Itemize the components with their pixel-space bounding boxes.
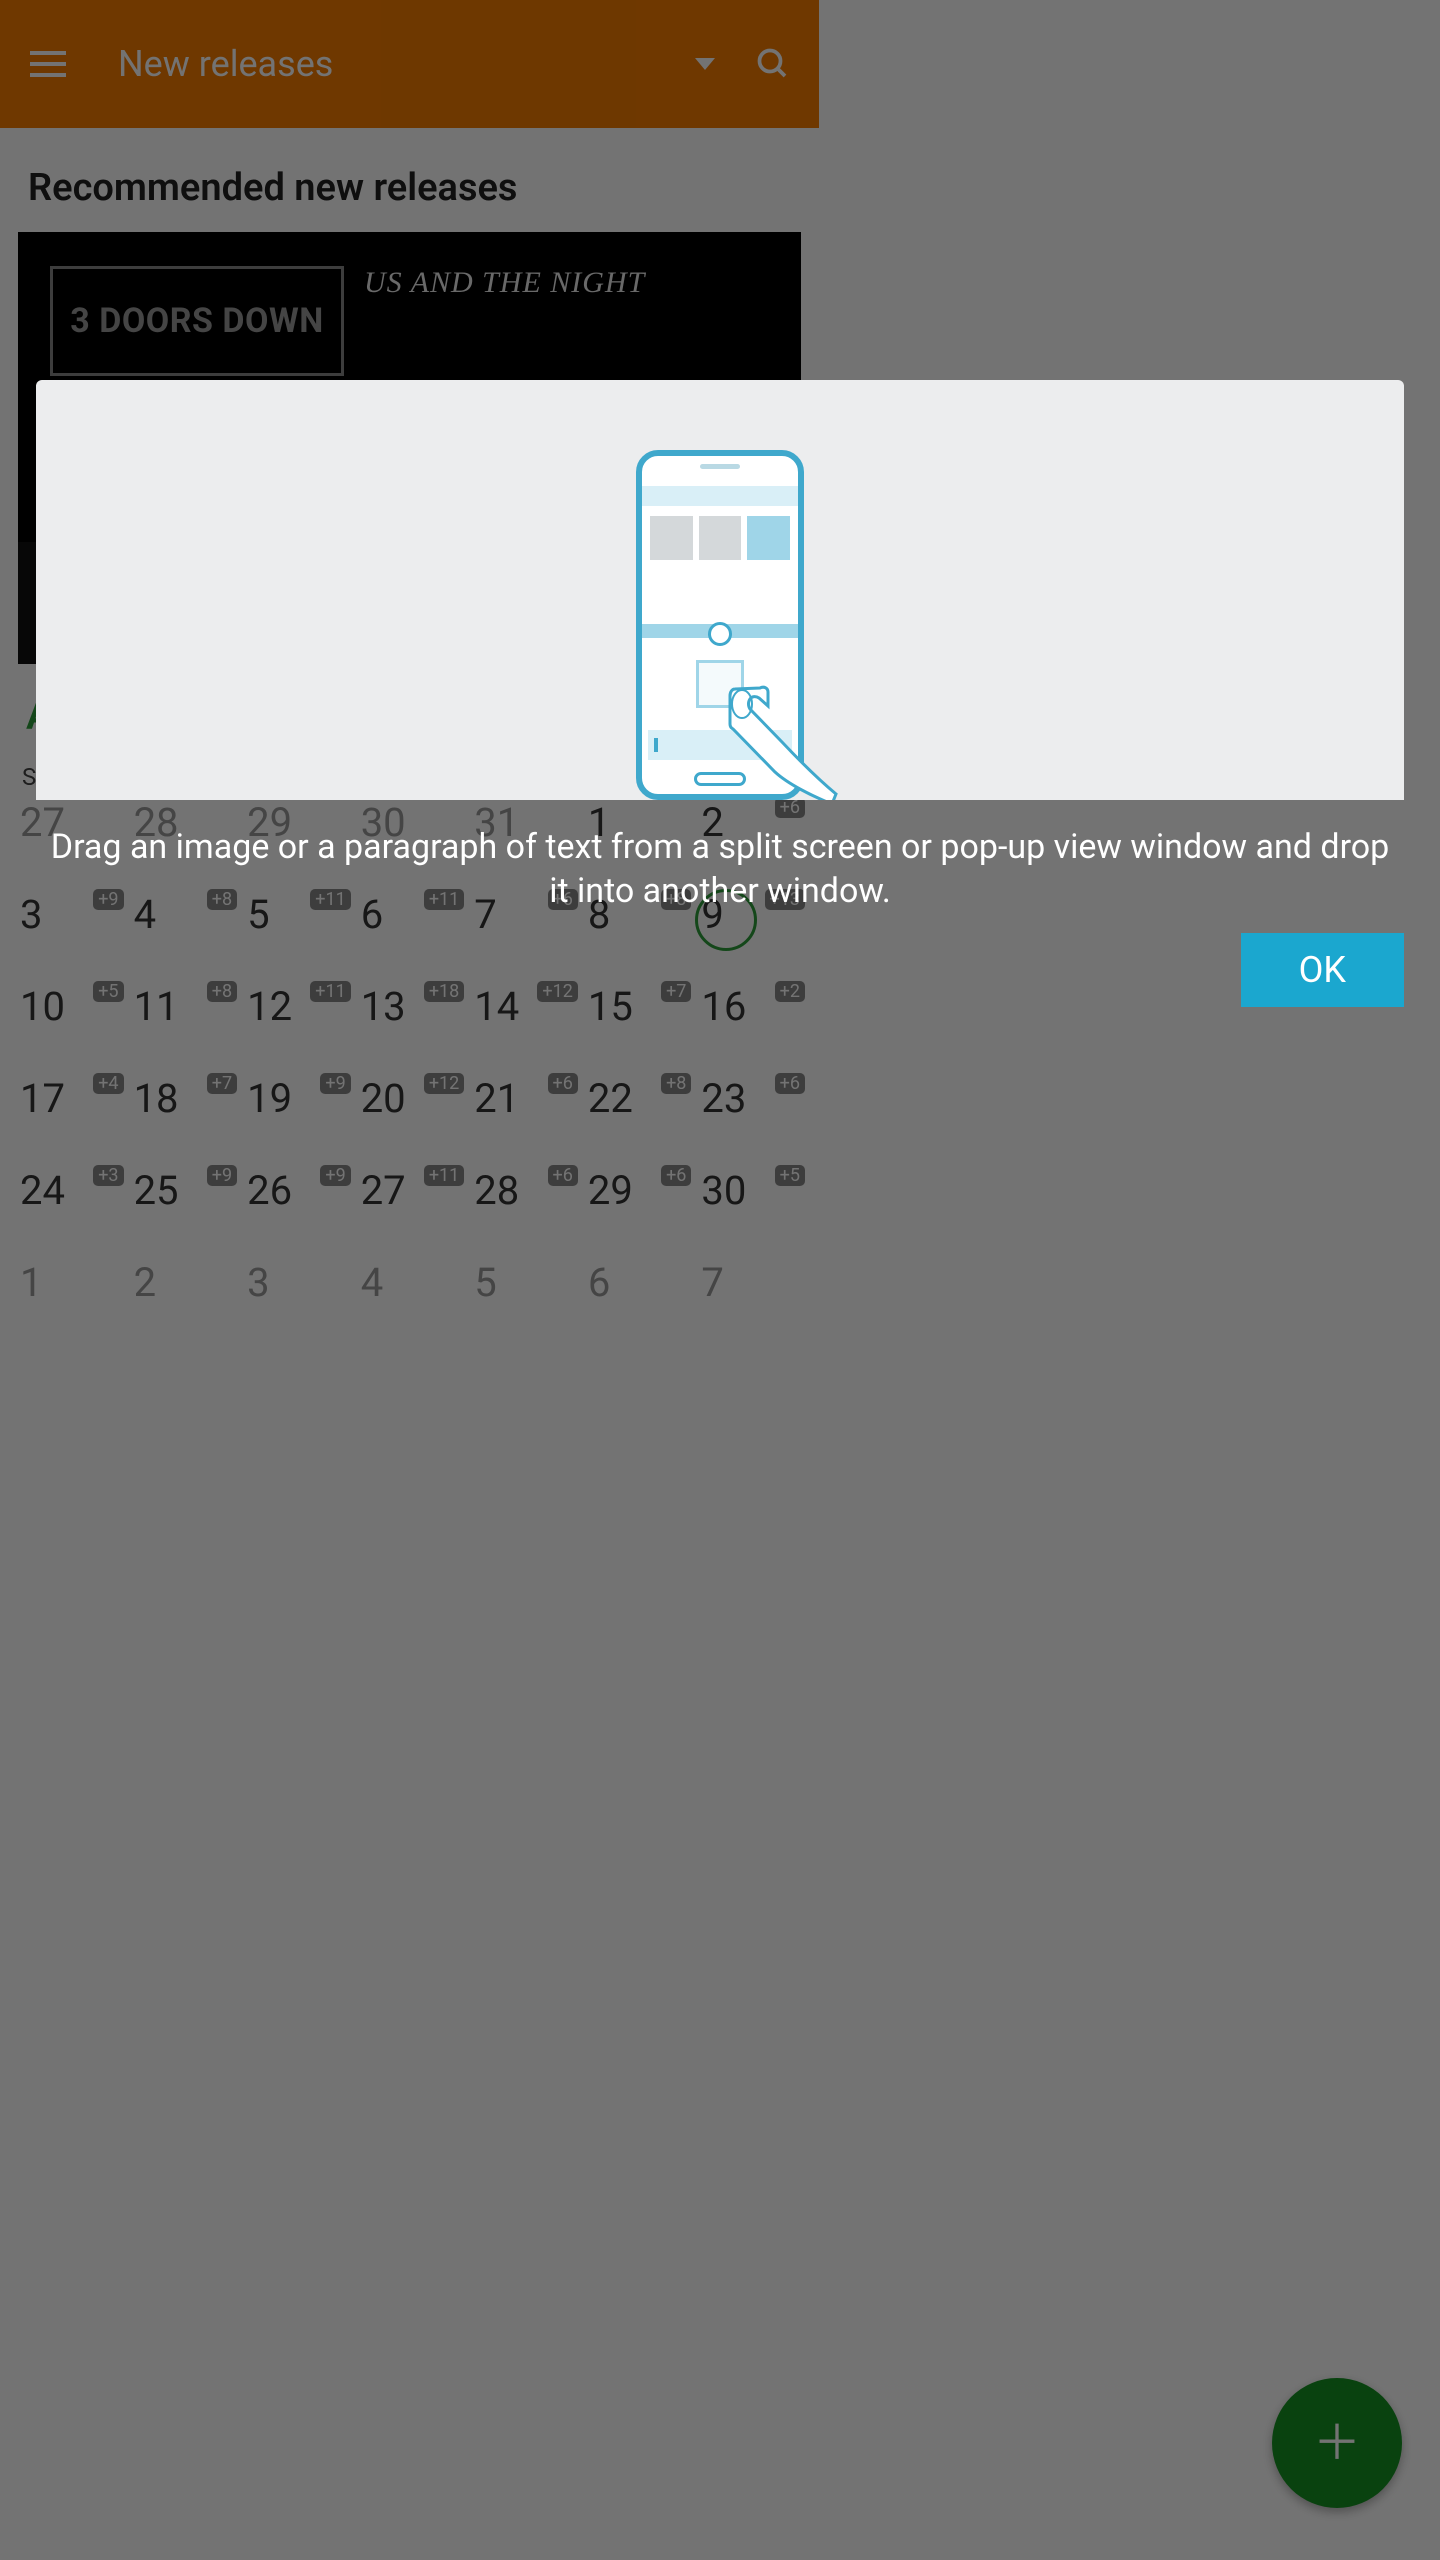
dialog-message: Drag an image or a paragraph of text fro… [36,800,1404,933]
dialog-actions: OK [36,933,1404,1011]
finger-icon [720,682,840,800]
dialog-illustration [36,380,1404,800]
ok-button[interactable]: OK [1241,933,1404,1007]
tutorial-dialog: Drag an image or a paragraph of text fro… [36,380,1404,1011]
